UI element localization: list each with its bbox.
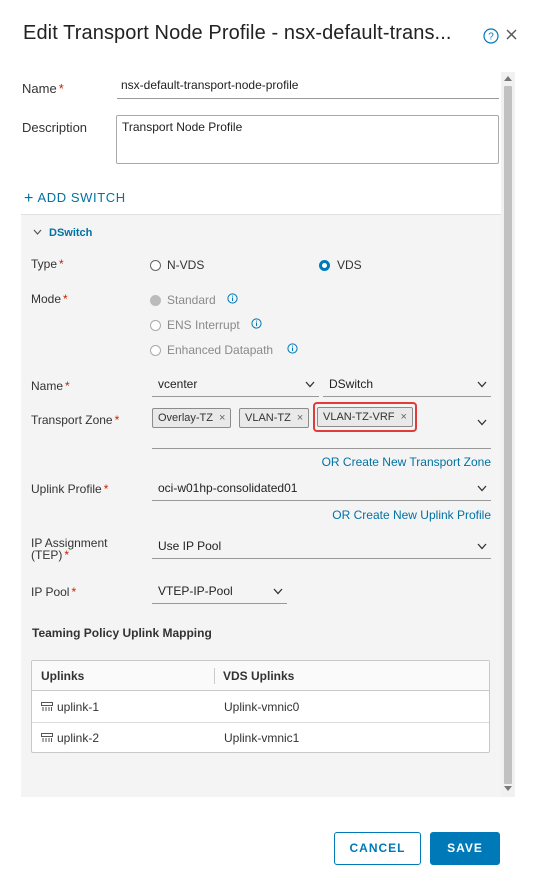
uplink-port-icon — [41, 702, 53, 711]
svg-text:?: ? — [488, 32, 494, 43]
transport-zone-label: Transport Zone * — [31, 413, 120, 427]
radio-n-vds-label: N-VDS — [167, 258, 205, 272]
uplink-name: uplink-1 — [57, 700, 100, 714]
column-header-vds-uplinks: VDS Uplinks — [223, 669, 295, 683]
remove-chip-icon[interactable]: × — [297, 412, 303, 424]
radio-standard[interactable] — [150, 295, 161, 306]
description-textarea[interactable]: Transport Node Profile — [116, 115, 499, 164]
description-label: Description — [22, 120, 88, 135]
scrollbar-thumb[interactable] — [504, 86, 512, 784]
radio-n-vds[interactable] — [150, 260, 161, 271]
teaming-policy-header: Teaming Policy Uplink Mapping — [32, 626, 212, 640]
add-switch-button[interactable]: + ADD SWITCH — [24, 190, 126, 208]
chevron-down-icon — [477, 419, 487, 426]
name-label: Name * — [22, 81, 64, 96]
scroll-down-arrow-icon[interactable] — [504, 786, 512, 791]
radio-ens-interrupt-label: ENS Interrupt — [167, 318, 240, 332]
help-circle-icon[interactable]: ? — [483, 28, 499, 44]
switch-name-label: Name * — [31, 379, 70, 393]
close-icon[interactable] — [505, 28, 518, 41]
cancel-button[interactable]: CANCEL — [334, 832, 421, 865]
vertical-scrollbar[interactable] — [501, 72, 515, 797]
ip-pool-label: IP Pool * — [31, 585, 77, 599]
profile-name-input[interactable]: nsx-default-transport-node-profile — [117, 73, 499, 99]
chevron-down-icon — [305, 381, 315, 388]
uplink-mapping-table: Uplinks VDS Uplinks uplink-1 Uplink-vmni… — [31, 660, 490, 753]
dialog-body: Name * nsx-default-transport-node-profile… — [0, 72, 515, 797]
uplink-port-icon — [41, 733, 53, 742]
chevron-down-icon — [477, 485, 487, 492]
radio-enhanced-datapath[interactable] — [150, 345, 161, 356]
radio-vds[interactable] — [319, 260, 330, 271]
table-header: Uplinks VDS Uplinks — [32, 661, 489, 691]
switch-header[interactable]: DSwitch — [33, 227, 92, 239]
type-label: Type * — [31, 257, 64, 271]
ip-assignment-label: IP Assignment (TEP) * — [31, 536, 108, 562]
remove-chip-icon[interactable]: × — [401, 411, 407, 423]
transport-zone-multiselect[interactable]: Overlay-TZ × VLAN-TZ × VLAN-TZ-VRF × — [152, 402, 491, 449]
radio-enhanced-datapath-label: Enhanced Datapath — [167, 343, 274, 357]
info-icon[interactable] — [251, 318, 262, 329]
ip-pool-select[interactable]: VTEP-IP-Pool — [152, 580, 287, 604]
mode-label: Mode * — [31, 292, 68, 306]
chevron-down-icon — [33, 229, 42, 235]
chevron-down-icon — [477, 543, 487, 550]
vds-uplink-value[interactable]: Uplink-vmnic0 — [224, 700, 299, 714]
chevron-down-icon — [477, 381, 487, 388]
tz-chip-vlan-vrf: VLAN-TZ-VRF × — [317, 407, 413, 427]
vcenter-select[interactable]: vcenter — [152, 373, 319, 397]
plus-icon: + — [24, 190, 34, 207]
table-row[interactable]: uplink-1 Uplink-vmnic0 — [32, 692, 489, 723]
uplink-profile-select[interactable]: oci-w01hp-consolidated01 — [152, 477, 491, 501]
create-transport-zone-link[interactable]: OR Create New Transport Zone — [322, 455, 491, 469]
dswitch-select[interactable]: DSwitch — [323, 373, 491, 397]
ip-assignment-select[interactable]: Use IP Pool — [152, 535, 491, 559]
tz-chip-vlan: VLAN-TZ × — [239, 408, 310, 428]
info-icon[interactable] — [287, 343, 298, 354]
radio-vds-label: VDS — [337, 258, 362, 272]
chevron-down-icon — [273, 588, 283, 595]
remove-chip-icon[interactable]: × — [219, 412, 225, 424]
dialog-title: Edit Transport Node Profile - nsx-defaul… — [23, 22, 452, 44]
save-button[interactable]: SAVE — [430, 832, 500, 865]
radio-standard-label: Standard — [167, 293, 216, 307]
vds-uplink-value[interactable]: Uplink-vmnic1 — [224, 731, 299, 745]
column-divider — [214, 668, 215, 684]
scroll-up-arrow-icon[interactable] — [504, 76, 512, 81]
info-icon[interactable] — [227, 293, 238, 304]
radio-ens-interrupt[interactable] — [150, 320, 161, 331]
table-row[interactable]: uplink-2 Uplink-vmnic1 — [32, 723, 489, 754]
tz-chip-overlay: Overlay-TZ × — [152, 408, 232, 428]
column-header-uplinks: Uplinks — [41, 669, 85, 683]
create-uplink-profile-link[interactable]: OR Create New Uplink Profile — [332, 508, 491, 522]
uplink-name: uplink-2 — [57, 731, 100, 745]
uplink-profile-label: Uplink Profile * — [31, 482, 109, 496]
